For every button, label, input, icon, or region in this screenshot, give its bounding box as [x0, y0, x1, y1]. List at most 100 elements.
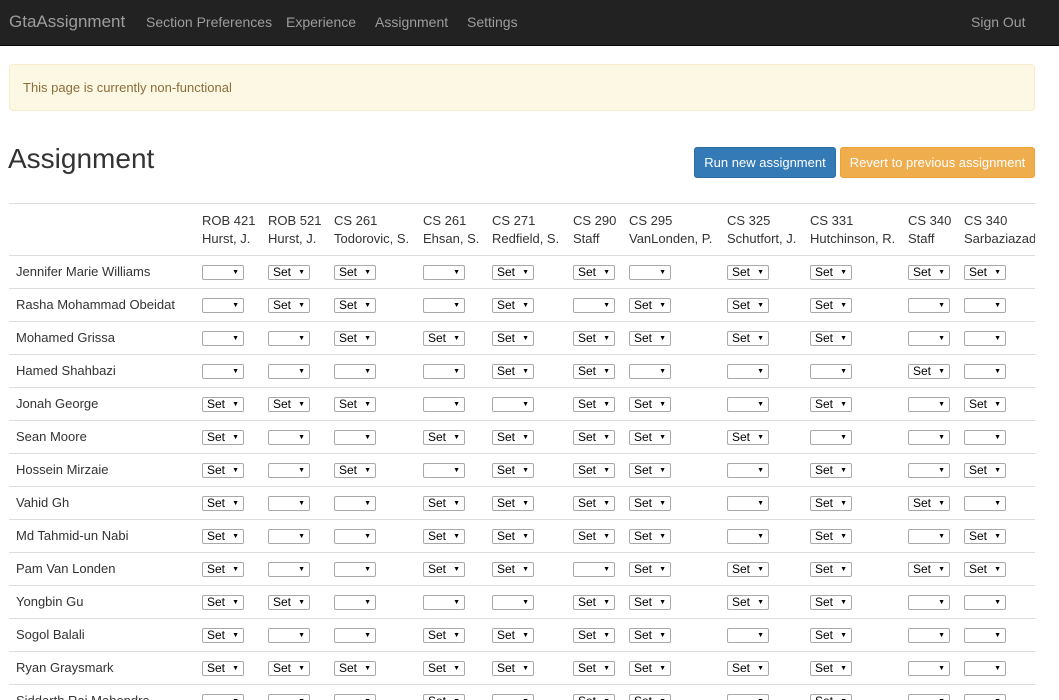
assignment-select[interactable]: ▼ — [964, 694, 1006, 700]
assignment-select[interactable]: ▼ — [423, 298, 465, 313]
assignment-select[interactable]: Set▼ — [964, 397, 1006, 412]
assignment-select[interactable]: Set▼ — [423, 694, 465, 700]
assignment-select[interactable]: Set▼ — [423, 529, 465, 544]
assignment-select[interactable]: Set▼ — [908, 496, 950, 511]
assignment-select[interactable]: ▼ — [810, 364, 852, 379]
assignment-select[interactable]: ▼ — [268, 430, 310, 445]
assignment-select[interactable]: ▼ — [268, 463, 310, 478]
assignment-select[interactable]: ▼ — [908, 397, 950, 412]
assignment-select[interactable]: Set▼ — [810, 595, 852, 610]
assignment-select[interactable]: ▼ — [423, 265, 465, 280]
assignment-select[interactable]: ▼ — [492, 694, 534, 700]
assignment-select[interactable]: ▼ — [423, 595, 465, 610]
assignment-select[interactable]: ▼ — [202, 694, 244, 700]
assignment-select[interactable]: ▼ — [964, 496, 1006, 511]
assignment-select[interactable]: Set▼ — [629, 331, 671, 346]
assignment-select[interactable]: ▼ — [423, 463, 465, 478]
assignment-select[interactable]: Set▼ — [268, 265, 310, 280]
assignment-select[interactable]: Set▼ — [810, 265, 852, 280]
assignment-select[interactable]: ▼ — [268, 529, 310, 544]
assignment-select[interactable]: Set▼ — [629, 430, 671, 445]
assignment-select[interactable]: Set▼ — [202, 529, 244, 544]
assignment-select[interactable]: ▼ — [964, 628, 1006, 643]
assignment-select[interactable]: Set▼ — [908, 562, 950, 577]
assignment-select[interactable]: ▼ — [908, 595, 950, 610]
assignment-select[interactable]: ▼ — [964, 430, 1006, 445]
assignment-select[interactable]: ▼ — [964, 595, 1006, 610]
assignment-select[interactable]: Set▼ — [629, 496, 671, 511]
assignment-select[interactable]: Set▼ — [423, 661, 465, 676]
assignment-select[interactable]: ▼ — [573, 562, 615, 577]
assignment-select[interactable]: Set▼ — [202, 661, 244, 676]
assignment-select[interactable]: Set▼ — [334, 331, 376, 346]
assignment-select[interactable]: Set▼ — [423, 430, 465, 445]
assignment-select[interactable]: Set▼ — [727, 265, 769, 280]
assignment-select[interactable]: Set▼ — [573, 430, 615, 445]
assignment-select[interactable]: Set▼ — [268, 661, 310, 676]
assignment-select[interactable]: Set▼ — [334, 661, 376, 676]
assignment-select[interactable]: Set▼ — [727, 430, 769, 445]
assignment-select[interactable]: Set▼ — [202, 463, 244, 478]
assignment-select[interactable]: Set▼ — [202, 628, 244, 643]
run-assignment-button[interactable]: Run new assignment — [694, 147, 836, 178]
assignment-select[interactable]: ▼ — [908, 529, 950, 544]
assignment-select[interactable]: Set▼ — [727, 298, 769, 313]
assignment-select[interactable]: Set▼ — [573, 529, 615, 544]
assignment-select[interactable]: Set▼ — [334, 463, 376, 478]
assignment-select[interactable]: Set▼ — [573, 694, 615, 700]
nav-assignment[interactable]: Assignment — [375, 14, 448, 30]
assignment-select[interactable]: ▼ — [629, 364, 671, 379]
assignment-select[interactable]: ▼ — [727, 628, 769, 643]
assignment-select[interactable]: ▼ — [727, 529, 769, 544]
assignment-select[interactable]: Set▼ — [810, 628, 852, 643]
assignment-select[interactable]: Set▼ — [964, 463, 1006, 478]
assignment-select[interactable]: Set▼ — [492, 628, 534, 643]
assignment-select[interactable]: Set▼ — [202, 496, 244, 511]
assignment-select[interactable]: ▼ — [727, 397, 769, 412]
assignment-select[interactable]: Set▼ — [492, 331, 534, 346]
assignment-select[interactable]: Set▼ — [268, 595, 310, 610]
assignment-select[interactable]: ▼ — [268, 628, 310, 643]
assignment-select[interactable]: Set▼ — [573, 265, 615, 280]
assignment-select[interactable]: Set▼ — [573, 397, 615, 412]
assignment-select[interactable]: Set▼ — [492, 364, 534, 379]
assignment-select[interactable]: Set▼ — [334, 397, 376, 412]
assignment-select[interactable]: ▼ — [908, 430, 950, 445]
assignment-select[interactable]: Set▼ — [492, 430, 534, 445]
assignment-select[interactable]: Set▼ — [492, 529, 534, 544]
assignment-select[interactable]: Set▼ — [423, 496, 465, 511]
revert-assignment-button[interactable]: Revert to previous assignment — [840, 147, 1035, 178]
assignment-select[interactable]: ▼ — [268, 694, 310, 700]
assignment-select[interactable]: ▼ — [268, 562, 310, 577]
assignment-select[interactable]: Set▼ — [492, 265, 534, 280]
assignment-select[interactable]: Set▼ — [492, 463, 534, 478]
assignment-select[interactable]: ▼ — [573, 298, 615, 313]
nav-section-preferences[interactable]: Section Preferences — [146, 14, 272, 30]
assignment-select[interactable]: Set▼ — [573, 364, 615, 379]
assignment-select[interactable]: ▼ — [908, 331, 950, 346]
assignment-select[interactable]: ▼ — [727, 463, 769, 478]
assignment-select[interactable]: Set▼ — [268, 397, 310, 412]
assignment-select[interactable]: Set▼ — [573, 496, 615, 511]
assignment-select[interactable]: Set▼ — [492, 496, 534, 511]
assignment-select[interactable]: ▼ — [334, 364, 376, 379]
assignment-select[interactable]: Set▼ — [810, 463, 852, 478]
assignment-select[interactable]: ▼ — [908, 661, 950, 676]
assignment-select[interactable]: Set▼ — [964, 562, 1006, 577]
assignment-select[interactable]: Set▼ — [964, 529, 1006, 544]
assignment-select[interactable]: ▼ — [964, 661, 1006, 676]
assignment-select[interactable]: ▼ — [268, 364, 310, 379]
brand[interactable]: GtaAssignment — [9, 12, 125, 32]
assignment-select[interactable]: ▼ — [423, 397, 465, 412]
assignment-select[interactable]: ▼ — [964, 364, 1006, 379]
assignment-select[interactable]: ▼ — [334, 562, 376, 577]
assignment-select[interactable]: Set▼ — [629, 562, 671, 577]
assignment-select[interactable]: Set▼ — [810, 397, 852, 412]
assignment-select[interactable]: Set▼ — [629, 298, 671, 313]
assignment-select[interactable]: Set▼ — [810, 661, 852, 676]
assignment-select[interactable]: Set▼ — [629, 463, 671, 478]
assignment-select[interactable]: Set▼ — [423, 628, 465, 643]
assignment-select[interactable]: Set▼ — [629, 694, 671, 700]
assignment-select[interactable]: Set▼ — [810, 331, 852, 346]
assignment-select[interactable]: Set▼ — [202, 430, 244, 445]
